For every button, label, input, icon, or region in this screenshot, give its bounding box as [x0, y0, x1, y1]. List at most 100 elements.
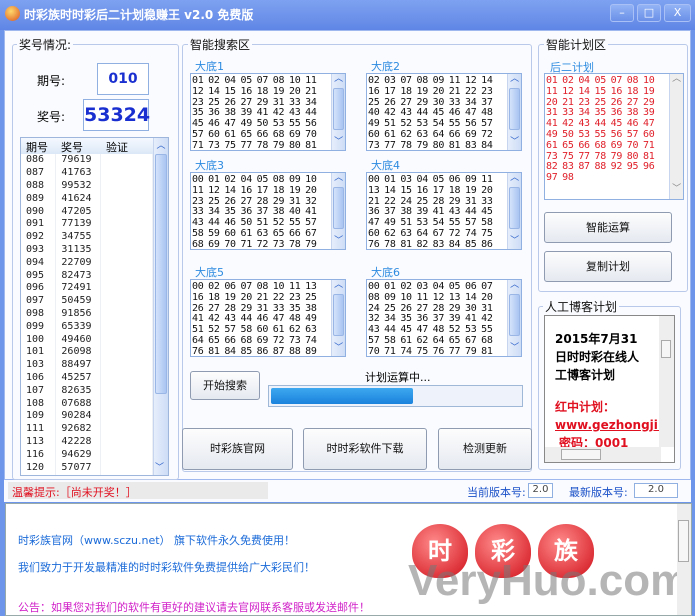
table-row[interactable]: 108 07688 [21, 397, 153, 410]
scroll-down-icon[interactable]: ﹀ [332, 137, 345, 148]
scroll-up-icon[interactable]: ︿ [670, 74, 683, 85]
scroll-down-icon[interactable]: ﹀ [332, 236, 345, 247]
scroll-up-icon[interactable]: ︿ [508, 173, 521, 184]
scroll-thumb[interactable] [661, 340, 671, 358]
blog-vscrollbar[interactable] [659, 316, 674, 447]
period-cell: 089 [21, 192, 57, 206]
table-row[interactable]: 107 82635 [21, 384, 153, 398]
scroll-down-icon[interactable]: ﹀ [670, 184, 683, 195]
history-table[interactable]: 期号 奖号 验证 086 79619 087 41763 088 99532 089 4162… [20, 137, 169, 476]
scroll-down-icon[interactable]: ﹀ [508, 137, 521, 148]
table-row[interactable]: 089 41624 [21, 192, 153, 206]
plan-numbers[interactable]: 01 02 04 05 07 08 10 11 12 14 15 16 18 1… [544, 73, 684, 200]
scroll-up-icon[interactable]: ︿ [508, 280, 521, 291]
scroll-thumb[interactable] [678, 520, 689, 562]
scroll-up-icon[interactable]: ︿ [332, 173, 345, 184]
base-scrollbar[interactable]: ︿ ﹀ [507, 280, 521, 356]
scroll-down-icon[interactable]: ﹀ [332, 343, 345, 354]
base-numbers-6[interactable]: 00 01 02 03 04 05 06 07 08 09 10 11 12 1… [366, 279, 522, 357]
scroll-thumb[interactable] [333, 187, 344, 229]
number-input[interactable]: 53324 [83, 99, 150, 131]
period-cell: 109 [21, 409, 57, 423]
table-row[interactable]: 111 92682 [21, 422, 153, 436]
scroll-down-icon[interactable]: ﹀ [155, 460, 164, 473]
start-search-button[interactable]: 开始搜索 [190, 371, 260, 400]
period-label: 期号: [37, 74, 66, 88]
scroll-up-icon[interactable]: ︿ [332, 280, 345, 291]
base-scrollbar[interactable]: ︿ ﹀ [331, 280, 345, 356]
table-row[interactable]: 101 26098 [21, 345, 153, 359]
table-row[interactable]: 098 91856 [21, 307, 153, 321]
base-scrollbar[interactable]: ︿ ﹀ [507, 173, 521, 249]
official-site-button[interactable]: 时彩族官网 [182, 428, 293, 470]
number-label: 奖号: [37, 110, 66, 124]
table-row[interactable]: 088 99532 [21, 179, 153, 193]
blog-hscrollbar[interactable] [545, 447, 661, 462]
close-button[interactable]: X [664, 4, 691, 22]
software-download-button[interactable]: 时时彩软件下载 [303, 428, 427, 470]
scroll-thumb[interactable] [333, 88, 344, 130]
base-numbers-4[interactable]: 00 01 03 04 05 06 09 11 13 14 15 16 17 1… [366, 172, 522, 250]
notice-scrollbar[interactable] [677, 504, 691, 615]
blog-link[interactable]: www.gezhongji. [555, 416, 662, 434]
col-verify[interactable]: 验证 [106, 139, 128, 155]
scroll-thumb[interactable] [561, 449, 601, 460]
col-number[interactable]: 奖号 [61, 139, 83, 155]
col-period[interactable]: 期号 [26, 139, 48, 155]
scroll-thumb[interactable] [509, 187, 520, 229]
scroll-up-icon[interactable]: ︿ [332, 74, 345, 85]
scroll-down-icon[interactable]: ﹀ [508, 343, 521, 354]
table-row[interactable]: 092 34755 [21, 230, 153, 244]
blog-content[interactable]: 2015年7月31 日时时彩在线人 工博客计划 红中计划： www.gezhon… [544, 315, 675, 463]
number-cell: 77139 [55, 217, 102, 231]
table-row[interactable]: 113 42228 [21, 435, 153, 449]
period-input[interactable]: 010 [97, 63, 149, 95]
history-scrollbar[interactable]: ︿ ﹀ [153, 138, 168, 475]
verify-cell [100, 256, 153, 270]
check-update-button[interactable]: 检测更新 [438, 428, 532, 470]
table-row[interactable]: 106 45257 [21, 371, 153, 385]
scroll-thumb[interactable] [509, 88, 520, 130]
blog-line-1: 2015年7月31 [555, 332, 638, 346]
table-row[interactable]: 094 22709 [21, 256, 153, 270]
table-row[interactable]: 116 94629 [21, 448, 153, 462]
tip-text: 温馨提示:［尚未开奖！］ [12, 486, 137, 499]
table-row[interactable]: 091 77139 [21, 217, 153, 231]
scroll-thumb[interactable] [155, 154, 167, 394]
number-cell: 90284 [55, 409, 102, 423]
number-cell: 92682 [55, 422, 102, 436]
table-row[interactable]: 097 50459 [21, 294, 153, 308]
table-row[interactable]: 087 41763 [21, 166, 153, 180]
table-header: 期号 奖号 验证 [21, 138, 153, 154]
table-row[interactable]: 120 57077 [21, 461, 153, 474]
table-row[interactable]: 100 49460 [21, 333, 153, 346]
table-row[interactable]: 086 79619 [21, 154, 153, 167]
copy-plan-button[interactable]: 复制计划 [544, 251, 672, 282]
notice-panel[interactable]: 时彩族官网（www.sczu.net） 旗下软件永久免费使用！ 我们致力于开发最… [5, 503, 692, 616]
table-row[interactable]: 00295677 [21, 473, 153, 475]
base-scrollbar[interactable]: ︿ ﹀ [331, 173, 345, 249]
table-row[interactable]: 095 82473 [21, 269, 153, 282]
base-numbers-2[interactable]: 02 03 07 08 09 11 12 14 16 17 18 19 20 2… [366, 73, 522, 151]
table-row[interactable]: 090 47205 [21, 205, 153, 218]
maximize-button[interactable]: □ [637, 4, 661, 22]
minimize-button[interactable]: – [610, 4, 634, 22]
scroll-thumb[interactable] [333, 294, 344, 336]
draw-results-label: 奖号情况: [17, 36, 74, 53]
scroll-thumb[interactable] [509, 294, 520, 336]
scroll-up-icon[interactable]: ︿ [508, 74, 521, 85]
table-row[interactable]: 096 72491 [21, 281, 153, 295]
table-row[interactable]: 093 31135 [21, 243, 153, 257]
base-numbers-5[interactable]: 00 02 06 07 08 10 11 13 16 18 19 20 21 2… [190, 279, 346, 357]
plan-scrollbar[interactable]: ︿ ﹀ [669, 74, 683, 199]
table-row[interactable]: 099 65339 [21, 320, 153, 334]
base-scrollbar[interactable]: ︿ ﹀ [507, 74, 521, 150]
base-numbers-1[interactable]: 01 02 04 05 07 08 10 11 12 14 15 16 18 1… [190, 73, 346, 151]
base-scrollbar[interactable]: ︿ ﹀ [331, 74, 345, 150]
scroll-down-icon[interactable]: ﹀ [508, 236, 521, 247]
smart-compute-button[interactable]: 智能运算 [544, 212, 672, 243]
table-row[interactable]: 103 88497 [21, 358, 153, 372]
base-numbers-3[interactable]: 00 01 02 04 05 08 09 10 11 12 14 16 17 1… [190, 172, 346, 250]
table-row[interactable]: 109 90284 [21, 409, 153, 423]
scroll-up-icon[interactable]: ︿ [154, 138, 168, 151]
